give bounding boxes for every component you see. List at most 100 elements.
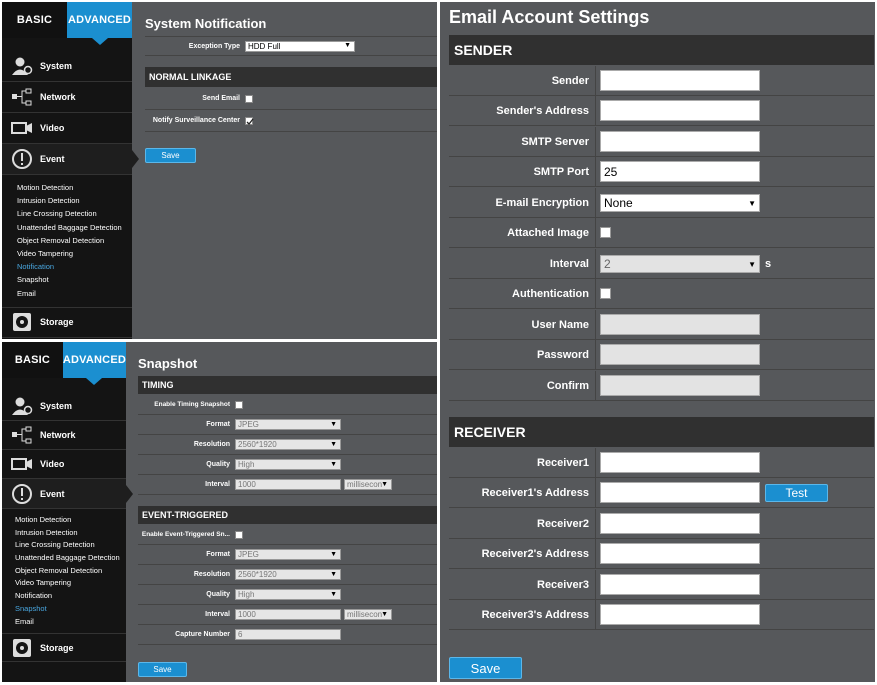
receiver3-address-input[interactable] xyxy=(600,604,760,625)
smtp-port-input[interactable]: 25 xyxy=(600,161,760,182)
subitem-unattended-baggage[interactable]: Unattended Baggage Detection xyxy=(2,221,132,234)
username-input[interactable] xyxy=(600,314,760,335)
save-button[interactable]: Save xyxy=(138,662,187,677)
attached-image-label: Attached Image xyxy=(507,226,589,239)
receiver3-input[interactable] xyxy=(600,574,760,595)
smtp-server-row: SMTP Server xyxy=(449,126,874,157)
confirm-row: Confirm xyxy=(449,370,874,401)
resolution-label: Resolution xyxy=(193,571,230,578)
subitem-snapshot[interactable]: Snapshot xyxy=(2,273,132,286)
subitem-line-crossing[interactable]: Line Crossing Detection xyxy=(2,207,132,220)
attached-image-checkbox[interactable] xyxy=(600,227,611,238)
tab-basic[interactable]: BASIC xyxy=(2,342,63,378)
page-title: Email Account Settings xyxy=(449,7,650,27)
system-notification-panel: BASIC ADVANCED System Network Video Even… xyxy=(2,2,437,339)
smtp-server-input[interactable] xyxy=(600,131,760,152)
interval-select[interactable]: 2 ▼ xyxy=(600,254,760,273)
subitem-notification[interactable]: Notification xyxy=(2,260,132,273)
interval-input[interactable]: 1000 xyxy=(235,479,341,490)
authentication-label: Authentication xyxy=(512,287,589,300)
sender-address-input[interactable] xyxy=(600,100,760,121)
exception-type-select[interactable]: HDD Full ▼ xyxy=(245,40,355,52)
format-row: Format JPEG ▼ xyxy=(138,545,437,565)
save-button[interactable]: Save xyxy=(145,148,196,163)
receiver2-cell xyxy=(595,508,760,539)
enable-event-checkbox[interactable] xyxy=(235,530,243,539)
receiver1-address-row: Receiver1's Address Test xyxy=(449,477,874,508)
notify-center-row: Notify Surveillance Center xyxy=(145,110,437,132)
sidebar-item-event[interactable]: Event xyxy=(2,479,133,509)
receiver2-address-input[interactable] xyxy=(600,543,760,564)
dropdown-arrow-icon: ▼ xyxy=(330,550,337,558)
encryption-select[interactable]: None ▼ xyxy=(600,193,760,212)
interval-unit-select[interactable]: millisecon ▼ xyxy=(344,609,392,620)
user-gear-icon xyxy=(10,56,34,76)
receiver1-input[interactable] xyxy=(600,452,760,473)
test-button[interactable]: Test xyxy=(765,483,828,502)
enable-timing-row: Enable Timing Snapshot xyxy=(138,395,437,415)
dropdown-arrow-icon: ▼ xyxy=(330,590,337,598)
receiver1-row: Receiver1 xyxy=(449,447,874,478)
sidebar-item-system[interactable]: System xyxy=(2,391,126,421)
capture-number-input[interactable]: 6 xyxy=(235,629,341,640)
tab-basic[interactable]: BASIC xyxy=(2,2,67,38)
sidebar-item-network[interactable]: Network xyxy=(2,421,126,450)
subitem-notification[interactable]: Notification xyxy=(2,590,126,603)
subitem-line-crossing[interactable]: Line Crossing Detection xyxy=(2,539,126,552)
subitem-video-tampering[interactable]: Video Tampering xyxy=(2,247,132,260)
subitem-object-removal[interactable]: Object Removal Detection xyxy=(2,234,132,247)
sidebar-item-storage[interactable]: Storage xyxy=(2,308,132,338)
receiver3-row: Receiver3 xyxy=(449,569,874,600)
sender-input[interactable] xyxy=(600,70,760,91)
dropdown-arrow-icon: ▼ xyxy=(381,480,388,488)
sidebar-item-video[interactable]: Video xyxy=(2,450,126,479)
sidebar-item-event[interactable]: Event xyxy=(2,144,139,175)
subitem-motion-detection[interactable]: Motion Detection xyxy=(2,181,132,194)
sidebar-item-video[interactable]: Video xyxy=(2,113,132,144)
password-row: Password xyxy=(449,339,874,370)
format-select[interactable]: JPEG ▼ xyxy=(235,419,341,430)
notify-center-checkbox[interactable] xyxy=(245,116,254,125)
sidebar-item-storage[interactable]: Storage xyxy=(2,634,126,663)
receiver1-address-input[interactable] xyxy=(600,482,760,503)
tab-advanced[interactable]: ADVANCED xyxy=(62,342,126,385)
format-select[interactable]: JPEG ▼ xyxy=(235,549,341,560)
interval-input[interactable]: 1000 xyxy=(235,609,341,620)
resolution-select[interactable]: 2560*1920 ▼ xyxy=(235,439,341,450)
receiver2-address-row: Receiver2's Address xyxy=(449,538,874,569)
dropdown-arrow-icon: ▼ xyxy=(748,198,756,208)
subitem-intrusion-detection[interactable]: Intrusion Detection xyxy=(2,194,132,207)
notify-center-label: Notify Surveillance Center xyxy=(152,117,240,124)
receiver2-input[interactable] xyxy=(600,513,760,534)
interval-unit-select[interactable]: millisecon ▼ xyxy=(344,479,392,490)
tab-advanced[interactable]: ADVANCED xyxy=(67,2,132,45)
enable-timing-checkbox[interactable] xyxy=(235,400,243,409)
quality-select[interactable]: High ▼ xyxy=(235,589,341,600)
sidebar-item-network[interactable]: Network xyxy=(2,82,132,113)
subitem-email[interactable]: Email xyxy=(2,616,126,629)
interval-label: Interval xyxy=(205,611,230,618)
quality-row: Quality High ▼ xyxy=(138,455,437,475)
confirm-input[interactable] xyxy=(600,375,760,396)
username-cell xyxy=(595,309,760,340)
sidebar-item-system[interactable]: System xyxy=(2,51,132,82)
resolution-select[interactable]: 2560*1920 ▼ xyxy=(235,569,341,580)
subitem-unattended-baggage[interactable]: Unattended Baggage Detection xyxy=(2,552,126,565)
subitem-video-tampering[interactable]: Video Tampering xyxy=(2,577,126,590)
timing-header: TIMING xyxy=(138,376,437,394)
subitem-motion-detection[interactable]: Motion Detection xyxy=(2,514,126,527)
subitem-intrusion-detection[interactable]: Intrusion Detection xyxy=(2,527,126,540)
subitem-object-removal[interactable]: Object Removal Detection xyxy=(2,565,126,578)
quality-select[interactable]: High ▼ xyxy=(235,459,341,470)
subitem-snapshot[interactable]: Snapshot xyxy=(2,603,126,616)
send-email-row: Send Email xyxy=(145,88,437,110)
send-email-checkbox[interactable] xyxy=(245,94,253,103)
quality-row: Quality High ▼ xyxy=(138,585,437,605)
save-button[interactable]: Save xyxy=(449,657,522,679)
subitem-email[interactable]: Email xyxy=(2,287,132,300)
network-icon xyxy=(10,425,34,445)
confirm-label: Confirm xyxy=(546,379,589,392)
authentication-checkbox[interactable] xyxy=(600,288,611,299)
password-input[interactable] xyxy=(600,344,760,365)
receiver2-label: Receiver2 xyxy=(537,517,589,530)
